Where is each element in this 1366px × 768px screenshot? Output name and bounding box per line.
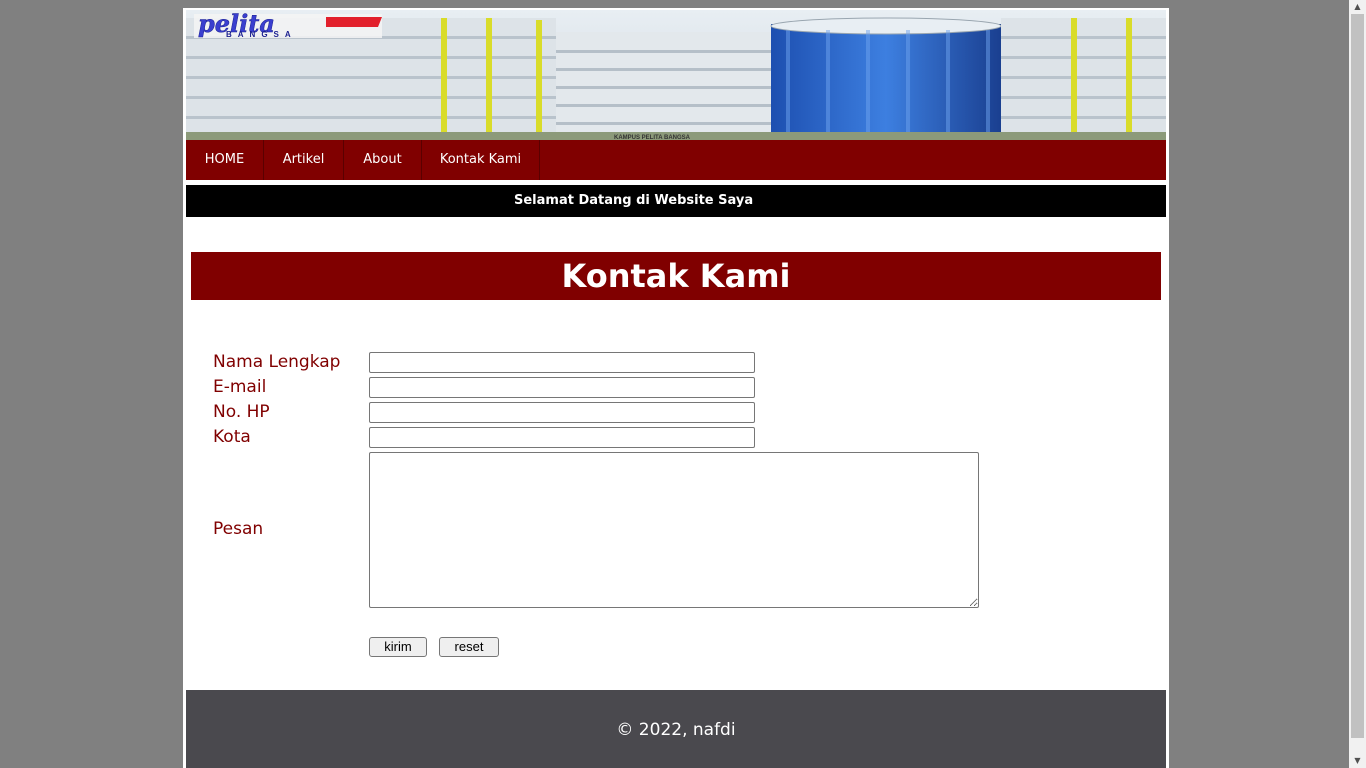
- pelita-bangsa-logo: pelita BANGSA: [194, 10, 382, 39]
- nav-item-artikel[interactable]: Artikel: [264, 140, 344, 180]
- email-input[interactable]: [369, 377, 755, 398]
- scroll-down-arrow-icon[interactable]: ▼: [1349, 754, 1366, 768]
- page-container: pelita BANGSA KAMPUS PELITA BANGSA HOME …: [183, 8, 1169, 768]
- kota-input[interactable]: [369, 427, 755, 448]
- scroll-up-arrow-icon[interactable]: ▲: [1349, 0, 1366, 14]
- email-label: E-mail: [213, 377, 267, 397]
- footer: © 2022, nafdi: [186, 690, 1166, 768]
- no-hp-input[interactable]: [369, 402, 755, 423]
- nav-item-kontak-kami[interactable]: Kontak Kami: [422, 140, 540, 180]
- pesan-label: Pesan: [213, 519, 264, 539]
- svg-text:BANGSA: BANGSA: [226, 30, 297, 39]
- nama-label: Nama Lengkap: [213, 352, 341, 372]
- footer-copyright: © 2022, nafdi: [616, 720, 736, 740]
- kirim-button[interactable]: kirim: [369, 637, 427, 657]
- reset-button[interactable]: reset: [439, 637, 499, 657]
- campus-building-image: pelita BANGSA KAMPUS PELITA BANGSA: [186, 10, 1166, 140]
- nav-item-home[interactable]: HOME: [186, 140, 264, 180]
- page-title: Kontak Kami: [191, 252, 1161, 300]
- hp-label: No. HP: [213, 402, 270, 422]
- welcome-text: Selamat Datang di Website Saya: [514, 193, 754, 208]
- pesan-textarea[interactable]: [369, 452, 979, 608]
- welcome-marquee: Selamat Datang di Website Saya: [186, 185, 1166, 217]
- page-scrollbar[interactable]: ▲ ▼: [1349, 0, 1366, 768]
- header-banner: pelita BANGSA KAMPUS PELITA BANGSA: [186, 10, 1166, 140]
- kota-label: Kota: [213, 427, 251, 447]
- main-navigation: HOME Artikel About Kontak Kami: [186, 140, 1166, 180]
- scroll-thumb[interactable]: [1351, 14, 1364, 738]
- nama-lengkap-input[interactable]: [369, 352, 755, 373]
- nav-item-about[interactable]: About: [344, 140, 422, 180]
